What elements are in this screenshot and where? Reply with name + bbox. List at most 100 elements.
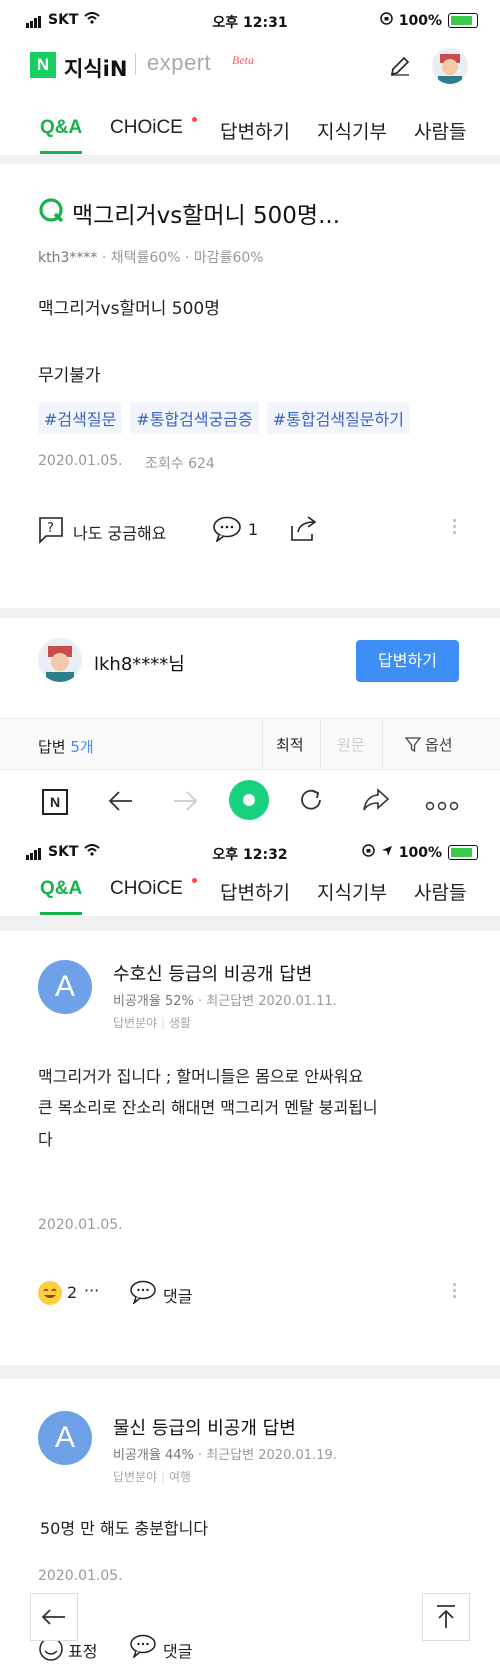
answer-field-label: 답변분야 (113, 1470, 158, 1484)
question-views: 조회수 624 (145, 456, 215, 472)
comment-button[interactable]: 댓글 (163, 1638, 192, 1662)
answers-label: 답변 5개 (38, 736, 94, 757)
question-author-meta: kth3**** · 채택률60% · 마감률60% (38, 247, 264, 267)
battery-percent: 100% (398, 844, 442, 861)
answer-meta: 비공개율 52% · 최근답변 2020.01.11. (113, 990, 337, 1009)
answer-title: 물신 등급의 비공개 답변 (113, 1418, 296, 1439)
beta-badge: Beta (232, 53, 254, 67)
jisikin-logo[interactable]: 지식iN (64, 53, 127, 83)
tab-donation[interactable]: 지식기부 (317, 117, 387, 144)
answer-field-value: 여행 (168, 1470, 191, 1484)
orientation-lock-icon (379, 12, 393, 29)
tab-answer[interactable]: 답변하기 (220, 878, 290, 905)
answer-date: 2020.01.05. (38, 1217, 123, 1233)
back-floating-button[interactable] (30, 1593, 78, 1641)
options-button[interactable]: 옵션 (425, 734, 453, 755)
battery-icon (448, 13, 478, 28)
comment-count[interactable]: 1 (248, 520, 258, 539)
tab-answer[interactable]: 답변하기 (220, 117, 290, 144)
hashtag[interactable]: #통합검색질문하기 (266, 402, 410, 434)
more-icon[interactable] (425, 796, 459, 815)
hashtag[interactable]: #통합검색궁금증 (130, 402, 259, 434)
scroll-top-button[interactable] (422, 1593, 470, 1641)
answer-private-rate: 비공개율 44% (113, 1448, 194, 1463)
green-dot-icon[interactable] (229, 780, 269, 820)
reaction-count[interactable]: 2 (67, 1283, 77, 1302)
comment-icon[interactable] (129, 1634, 157, 1662)
answer-button[interactable]: 답변하기 (356, 640, 459, 682)
divider (382, 718, 383, 768)
hashtag[interactable]: #검색질문 (38, 402, 123, 434)
tab-choice[interactable]: CHOiCE (110, 117, 183, 139)
section-divider (0, 1365, 500, 1379)
back-arrow-icon[interactable] (108, 789, 134, 817)
sort-best[interactable]: 최적 (276, 734, 304, 755)
curious-button[interactable]: 나도 궁금해요 (73, 520, 166, 544)
tab-people[interactable]: 사람들 (414, 878, 466, 905)
question-title: 맥그리거vs할머니 500명... (72, 203, 341, 229)
orientation-lock-icon (361, 844, 375, 861)
share-arrow-icon[interactable] (362, 788, 390, 816)
question-body-line1: 맥그리거vs할머니 500명 (38, 299, 220, 319)
answer-meta: 비공개율 44% · 최근답변 2020.01.19. (113, 1444, 337, 1463)
tab-donation[interactable]: 지식기부 (317, 878, 387, 905)
curious-icon[interactable]: ? (38, 516, 64, 548)
tab-qa[interactable]: Q&A (40, 117, 83, 154)
hashtag-list: #검색질문 #통합검색궁금증 #통합검색질문하기 (38, 402, 418, 434)
more-options-icon[interactable] (453, 516, 457, 537)
naver-home-icon[interactable]: N (42, 789, 68, 815)
smile-reaction-icon[interactable] (38, 1281, 62, 1305)
tab-qa[interactable]: Q&A (40, 878, 83, 915)
answer-recent: · 최근답변 2020.01.19. (198, 1448, 337, 1463)
battery-icon (448, 845, 478, 860)
forward-arrow-icon[interactable] (172, 789, 198, 817)
question-q-icon (38, 197, 66, 229)
answer-body-line1: 맥그리거가 집니다 ; 할머니들은 몸으로 안싸워요 (38, 1067, 364, 1086)
sort-original[interactable]: 원문 (337, 734, 365, 755)
main-tabs: Q&A CHOiCE 답변하기 지식기부 사람들 (0, 866, 500, 917)
answers-count: 5개 (70, 738, 94, 756)
tab-people[interactable]: 사람들 (414, 117, 466, 144)
main-tabs: Q&A CHOiCE 답변하기 지식기부 사람들 (0, 105, 500, 156)
section-divider (0, 156, 500, 164)
comment-icon[interactable] (129, 1280, 157, 1308)
refresh-icon[interactable] (298, 787, 324, 817)
write-icon[interactable] (388, 54, 412, 82)
svg-text:?: ? (47, 521, 54, 536)
answer-title: 수호신 등급의 비공개 답변 (113, 964, 313, 985)
profile-avatar[interactable] (432, 48, 468, 84)
answer-field: 답변분야 | 여행 (113, 1470, 191, 1484)
answer-field-value: 생활 (168, 1016, 191, 1030)
answer-avatar: A (38, 1411, 92, 1465)
share-icon[interactable] (288, 514, 318, 546)
user-avatar (38, 638, 82, 682)
battery-percent: 100% (398, 12, 442, 29)
new-dot-indicator (192, 117, 197, 122)
answer-recent: · 최근답변 2020.01.11. (198, 994, 337, 1009)
answer-private-rate: 비공개율 52% (113, 994, 194, 1009)
comment-button[interactable]: 댓글 (163, 1283, 192, 1307)
question-date: 2020.01.05. (38, 453, 123, 469)
reaction-more[interactable]: ··· (84, 1281, 99, 1300)
section-divider (0, 608, 500, 618)
location-icon (381, 845, 393, 861)
comment-icon[interactable] (212, 516, 242, 546)
question-author[interactable]: kth3**** (38, 250, 97, 266)
naver-logo-icon[interactable]: N (30, 52, 56, 78)
divider (320, 718, 321, 768)
answers-label-text: 답변 (38, 738, 66, 756)
answer-date: 2020.01.05. (38, 1568, 123, 1584)
tab-choice[interactable]: CHOiCE (110, 878, 183, 900)
expert-logo[interactable]: expert (147, 50, 211, 76)
status-bar: SKT 오후 12:31 100% (0, 0, 500, 40)
new-dot-indicator (192, 878, 197, 883)
logo-divider (135, 53, 136, 75)
question-body-line2: 무기불가 (38, 366, 101, 386)
more-options-icon[interactable] (453, 1280, 457, 1301)
divider (262, 718, 263, 768)
answer-body: 50명 만 해도 충분합니다 (40, 1519, 209, 1538)
answer-avatar: A (38, 960, 92, 1014)
section-divider (0, 917, 500, 931)
filter-icon[interactable] (404, 736, 422, 756)
answer-body-line3: 다 (38, 1130, 53, 1149)
